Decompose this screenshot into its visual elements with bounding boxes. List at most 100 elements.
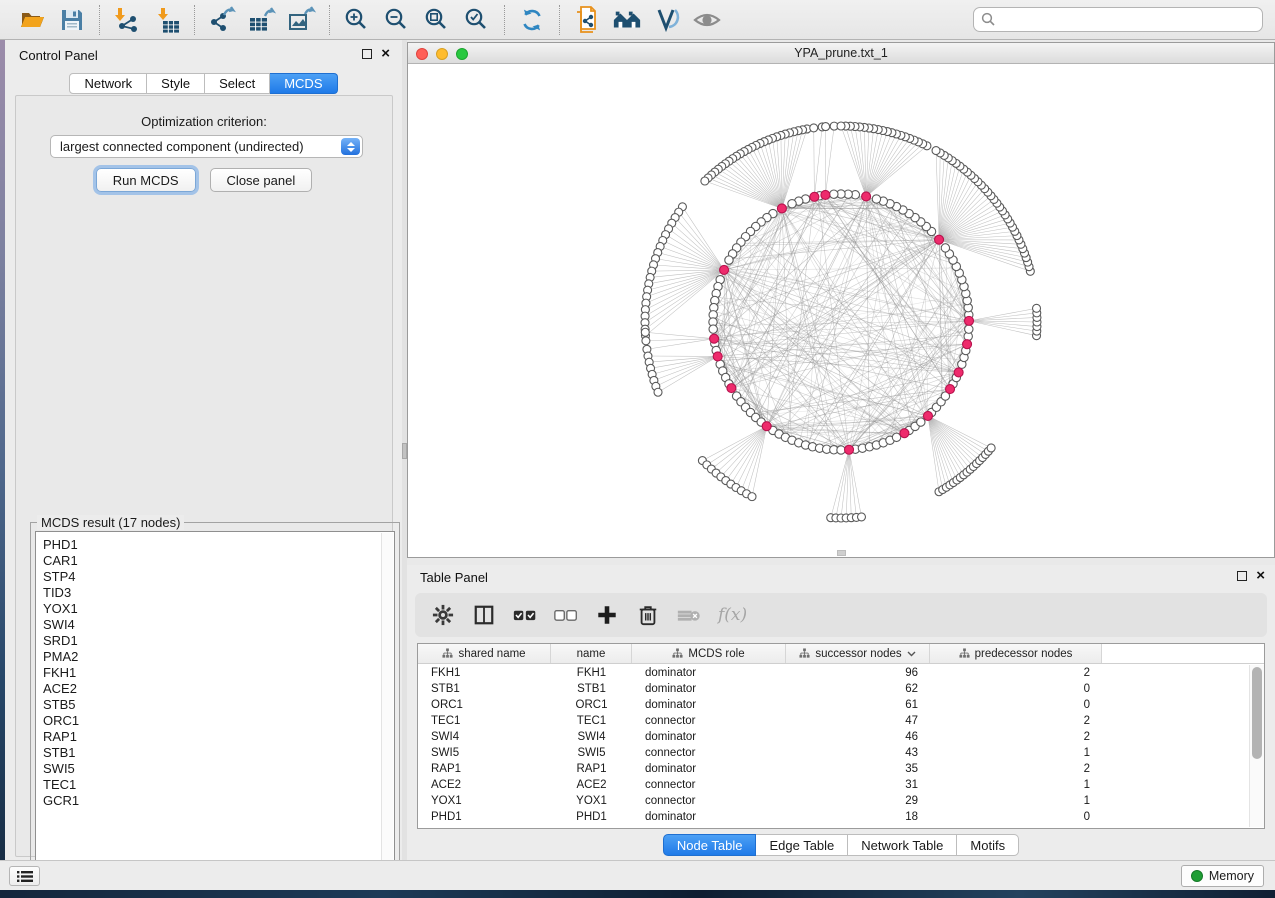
table-row[interactable]: RAP1RAP1dominator352 — [418, 761, 1248, 777]
list-item[interactable]: ACE2 — [43, 681, 394, 697]
ring-node[interactable] — [837, 446, 845, 454]
refresh-icon[interactable] — [517, 5, 547, 35]
select-all-icon[interactable] — [513, 603, 537, 627]
table-cell[interactable]: FKH1 — [418, 667, 551, 679]
delete-column-icon[interactable] — [636, 603, 660, 627]
search-input[interactable] — [1001, 13, 1262, 27]
leaf-node[interactable] — [987, 444, 995, 452]
table-cell[interactable]: 0 — [930, 811, 1102, 823]
table-cell[interactable]: 35 — [786, 763, 930, 775]
leaf-node[interactable] — [641, 328, 649, 336]
window-maximize-icon[interactable] — [456, 48, 468, 60]
window-close-icon[interactable] — [416, 48, 428, 60]
zoom-out-icon[interactable] — [382, 5, 412, 35]
leaf-node[interactable] — [654, 388, 662, 396]
table-cell[interactable]: STB1 — [418, 683, 551, 695]
table-cell[interactable]: dominator — [632, 731, 786, 743]
hub-node[interactable] — [954, 368, 963, 377]
ring-node[interactable] — [941, 244, 949, 252]
hub-node[interactable] — [727, 384, 736, 393]
table-row[interactable]: TEC1TEC1connector472 — [418, 713, 1248, 729]
column-header-successor-nodes[interactable]: successor nodes — [786, 644, 930, 663]
show-columns-icon[interactable] — [472, 603, 496, 627]
list-item[interactable]: ORC1 — [43, 713, 394, 729]
global-search[interactable] — [973, 7, 1263, 32]
leaf-node[interactable] — [857, 513, 865, 521]
table-cell[interactable]: dominator — [632, 683, 786, 695]
add-column-icon[interactable] — [595, 603, 619, 627]
table-cell[interactable]: TEC1 — [551, 715, 632, 727]
table-cell[interactable]: 1 — [930, 747, 1102, 759]
table-cell[interactable]: FKH1 — [551, 667, 632, 679]
import-table-icon[interactable] — [152, 5, 182, 35]
tab-select[interactable]: Select — [205, 73, 270, 94]
leaf-node[interactable] — [748, 493, 756, 501]
tab-network[interactable]: Network — [69, 73, 147, 94]
close-panel-icon[interactable]: × — [1256, 571, 1265, 581]
table-cell[interactable]: ACE2 — [418, 779, 551, 791]
hub-node[interactable] — [720, 265, 729, 274]
deselect-all-icon[interactable] — [554, 603, 578, 627]
float-panel-icon[interactable] — [362, 49, 372, 59]
new-network-from-selection-icon[interactable] — [572, 5, 602, 35]
hub-node[interactable] — [713, 352, 722, 361]
table-cell[interactable]: 0 — [930, 699, 1102, 711]
ring-node[interactable] — [709, 325, 717, 333]
column-header-predecessor-nodes[interactable]: predecessor nodes — [930, 644, 1102, 663]
ring-node[interactable] — [965, 325, 973, 333]
table-cell[interactable]: dominator — [632, 667, 786, 679]
table-cell[interactable]: ORC1 — [551, 699, 632, 711]
table-cell[interactable]: YOX1 — [418, 795, 551, 807]
network-graph[interactable] — [408, 64, 1274, 557]
tab-style[interactable]: Style — [147, 73, 205, 94]
table-cell[interactable]: 31 — [786, 779, 930, 791]
hub-node[interactable] — [963, 340, 972, 349]
table-cell[interactable]: dominator — [632, 699, 786, 711]
tab-motifs[interactable]: Motifs — [957, 834, 1019, 856]
column-header-shared-name[interactable]: shared name — [418, 644, 551, 663]
table-cell[interactable]: SWI4 — [551, 731, 632, 743]
table-cell[interactable]: connector — [632, 715, 786, 727]
table-cell[interactable]: 61 — [786, 699, 930, 711]
zoom-in-icon[interactable] — [342, 5, 372, 35]
table-cell[interactable]: 2 — [930, 763, 1102, 775]
list-item[interactable]: STB1 — [43, 745, 394, 761]
table-cell[interactable]: 2 — [930, 667, 1102, 679]
table-cell[interactable]: STB1 — [551, 683, 632, 695]
table-cell[interactable]: YOX1 — [551, 795, 632, 807]
table-cell[interactable]: ACE2 — [551, 779, 632, 791]
memory-button[interactable]: Memory — [1181, 865, 1264, 887]
tab-network-table[interactable]: Network Table — [848, 834, 957, 856]
table-cell[interactable]: PHD1 — [551, 811, 632, 823]
table-cell[interactable]: 2 — [930, 731, 1102, 743]
column-header-name[interactable]: name — [551, 644, 632, 663]
table-scrollbar-thumb[interactable] — [1252, 667, 1262, 759]
list-item[interactable]: SWI4 — [43, 617, 394, 633]
hub-node[interactable] — [810, 192, 819, 201]
column-header-mcds-role[interactable]: MCDS role — [632, 644, 786, 663]
ring-node[interactable] — [788, 200, 796, 208]
table-cell[interactable]: connector — [632, 779, 786, 791]
tab-mcds[interactable]: MCDS — [270, 73, 337, 94]
show-panels-button[interactable] — [9, 866, 40, 886]
hub-node[interactable] — [862, 192, 871, 201]
table-cell[interactable]: ORC1 — [418, 699, 551, 711]
window-minimize-icon[interactable] — [436, 48, 448, 60]
table-row[interactable]: STB1STB1dominator620 — [418, 681, 1248, 697]
export-table-icon[interactable] — [247, 5, 277, 35]
table-row[interactable]: ORC1ORC1dominator610 — [418, 697, 1248, 713]
leaf-node[interactable] — [837, 122, 845, 130]
table-cell[interactable]: TEC1 — [418, 715, 551, 727]
list-item[interactable]: RAP1 — [43, 729, 394, 745]
list-item[interactable]: STB5 — [43, 697, 394, 713]
list-item[interactable]: TEC1 — [43, 777, 394, 793]
export-network-icon[interactable] — [207, 5, 237, 35]
style-preview-icon[interactable] — [652, 5, 682, 35]
table-cell[interactable]: 47 — [786, 715, 930, 727]
home-icon[interactable] — [612, 5, 642, 35]
hub-node[interactable] — [762, 422, 771, 431]
table-cell[interactable]: dominator — [632, 763, 786, 775]
leaf-node[interactable] — [810, 124, 818, 132]
table-cell[interactable]: RAP1 — [551, 763, 632, 775]
hub-node[interactable] — [923, 411, 932, 420]
